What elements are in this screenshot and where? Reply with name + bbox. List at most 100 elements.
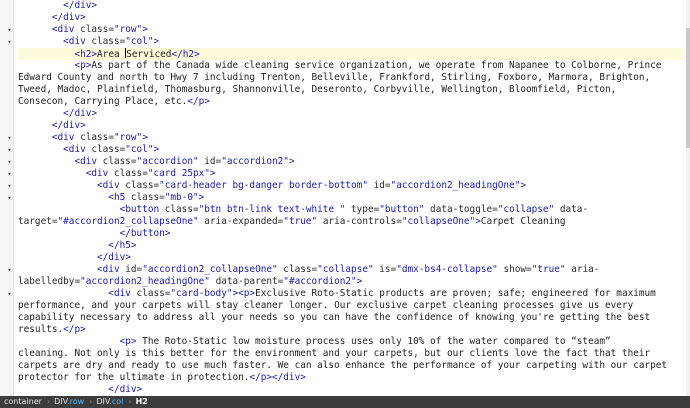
code-line[interactable]: ▾ <div id="accordion2_collapseOne" class… xyxy=(7,264,684,276)
code-token: Area xyxy=(97,49,126,60)
code-line[interactable]: protector for the ultimate in protection… xyxy=(18,372,684,384)
code-token: </p> xyxy=(187,96,210,107)
code-line[interactable]: ▾ <div class="col"> xyxy=(7,36,684,48)
code-token: show= xyxy=(497,264,532,275)
code-token: </div> xyxy=(18,252,131,263)
code-token: "card-body" xyxy=(170,288,233,299)
code-token: protector for the ultimate in protection… xyxy=(18,372,250,383)
code-line[interactable]: ▾ <div class="card-header bg-danger bord… xyxy=(7,180,684,192)
code-line[interactable]: </h5> xyxy=(18,240,684,252)
code-token: </button> xyxy=(18,228,171,239)
code-token: class= xyxy=(91,144,126,155)
code-line[interactable]: ▾ <div class="card 25px"> xyxy=(7,168,684,180)
code-token: class= xyxy=(80,24,114,35)
code-line[interactable]: </div> xyxy=(18,384,684,396)
code-line[interactable]: carpets are dry and ready to use much fa… xyxy=(18,360,684,372)
code-token: > xyxy=(209,168,216,179)
code-token: <button xyxy=(18,204,165,215)
code-line[interactable]: <button class="btn btn-link text-white "… xyxy=(18,204,684,216)
breadcrumb-item[interactable]: container xyxy=(0,396,45,408)
code-token: class= xyxy=(164,204,199,215)
fold-toggle-icon[interactable]: ▾ xyxy=(3,192,16,204)
code-token: aria-controls= xyxy=(317,216,402,227)
breadcrumb-item[interactable]: H2 xyxy=(132,396,151,408)
code-line[interactable]: </div> xyxy=(18,108,684,120)
code-line[interactable]: <h2>Area Serviced</h2> xyxy=(18,48,684,60)
code-line[interactable]: performance, and your carpets will stay … xyxy=(18,300,684,312)
code-token: > xyxy=(198,192,205,203)
code-token: <p> xyxy=(18,336,137,347)
code-line[interactable]: </div> xyxy=(18,252,684,264)
code-token: aria-expanded= xyxy=(198,216,284,227)
fold-toggle-icon[interactable]: ▾ xyxy=(3,36,16,48)
fold-toggle-icon[interactable]: ▾ xyxy=(3,180,16,192)
code-token: id= xyxy=(125,264,143,275)
code-line[interactable]: <p>As part of the Canada wide cleaning s… xyxy=(18,60,684,72)
breadcrumb-tag: H2 xyxy=(135,397,148,406)
code-line[interactable]: <p> The Roto-Static low moisture process… xyxy=(18,336,684,348)
vertical-scrollbar[interactable] xyxy=(686,0,690,396)
code-token: </div> xyxy=(18,120,86,131)
fold-toggle-icon[interactable]: ▾ xyxy=(3,264,16,276)
code-line[interactable]: ▾ <div class="card-body"><p>Exclusive Ro… xyxy=(7,288,684,300)
breadcrumb-item[interactable]: DIV.col xyxy=(92,396,126,408)
code-token: performance, and your carpets will stay … xyxy=(18,300,634,311)
code-token: class= xyxy=(130,192,165,203)
code-line[interactable]: </div> xyxy=(18,12,684,24)
code-token: labelledby= xyxy=(18,276,81,287)
code-area[interactable]: </div> </div> ▾ <div class="row"> ▾ <div c… xyxy=(7,0,684,396)
code-token: "collapse" xyxy=(497,204,555,215)
code-line[interactable]: ▾ <h5 class="mb-0"> xyxy=(7,192,684,204)
code-token: results. xyxy=(18,324,64,335)
code-token: "accordion2_headingOne" xyxy=(80,276,210,287)
breadcrumb-tag: DIV xyxy=(54,397,68,406)
code-token: <div xyxy=(18,180,126,191)
code-token: "accordion2" xyxy=(221,156,289,167)
fold-toggle-icon[interactable]: ▾ xyxy=(3,144,16,156)
code-token: </div> xyxy=(18,0,98,11)
code-token: "#accordion2" xyxy=(283,276,357,287)
code-token: > xyxy=(153,144,160,155)
code-token: "btn btn-link text-white " xyxy=(198,204,346,215)
code-editor[interactable]: </div> </div> ▾ <div class="row"> ▾ <div c… xyxy=(0,0,690,396)
code-line[interactable]: capability necessary to address all your… xyxy=(18,312,684,324)
breadcrumb-item[interactable]: DIV.row xyxy=(50,396,87,408)
code-token: "collapse" xyxy=(317,264,374,275)
code-line[interactable]: ▾ <div class="row"> xyxy=(7,24,684,36)
code-line[interactable]: </button> xyxy=(18,228,684,240)
code-line[interactable]: cleaning. Not only is this better for th… xyxy=(18,348,684,360)
code-line[interactable]: Edward County and north to Hwy 7 includi… xyxy=(18,72,684,84)
code-line[interactable]: ▾ <div class="col"> xyxy=(7,144,684,156)
code-line[interactable]: ▾ <div class="row"> xyxy=(7,132,684,144)
fold-toggle-icon[interactable]: ▾ xyxy=(3,288,16,300)
code-line[interactable]: </div> xyxy=(18,0,684,12)
code-line[interactable]: Tweed, Madoc, Plainfield, Thomasburg, Sh… xyxy=(18,84,684,96)
code-line[interactable]: </div> xyxy=(18,120,684,132)
code-token: "mb-0" xyxy=(164,192,199,203)
code-token: <h2> xyxy=(18,49,98,60)
code-token: class= xyxy=(113,168,148,179)
scrollbar-thumb[interactable] xyxy=(686,28,690,148)
code-token: "true" xyxy=(283,216,318,227)
fold-toggle-icon[interactable]: ▾ xyxy=(3,156,16,168)
code-token: cleaning. Not only is this better for th… xyxy=(18,348,651,359)
fold-toggle-icon[interactable]: ▾ xyxy=(3,168,16,180)
code-token: <p> xyxy=(18,60,92,71)
code-token: data- xyxy=(554,204,589,215)
code-token: class= xyxy=(102,156,137,167)
code-token: aria- xyxy=(565,264,600,275)
fold-toggle-icon[interactable]: ▾ xyxy=(3,132,16,144)
code-token: > xyxy=(142,132,148,143)
code-line[interactable]: labelledby="accordion2_headingOne" data-… xyxy=(18,276,684,288)
code-token: "button" xyxy=(379,204,425,215)
fold-toggle-icon[interactable]: ▾ xyxy=(3,24,16,36)
code-token: </p></div> xyxy=(249,372,306,383)
code-token: "accordion2_collapseOne" xyxy=(142,264,278,275)
code-line[interactable]: ▾ <div class="accordion" id="accordion2"… xyxy=(7,156,684,168)
code-line[interactable]: target="#accordion2_collapseOne" aria-ex… xyxy=(18,216,684,228)
code-token: </div> xyxy=(18,384,143,395)
code-line[interactable]: results.</p> xyxy=(18,324,684,336)
code-token: carpets are dry and ready to use much fa… xyxy=(18,360,668,371)
code-line[interactable]: Consecon, Carrying Place, etc.</p> xyxy=(18,96,684,108)
code-token: Exclusive Roto-Static products are prove… xyxy=(255,288,656,299)
